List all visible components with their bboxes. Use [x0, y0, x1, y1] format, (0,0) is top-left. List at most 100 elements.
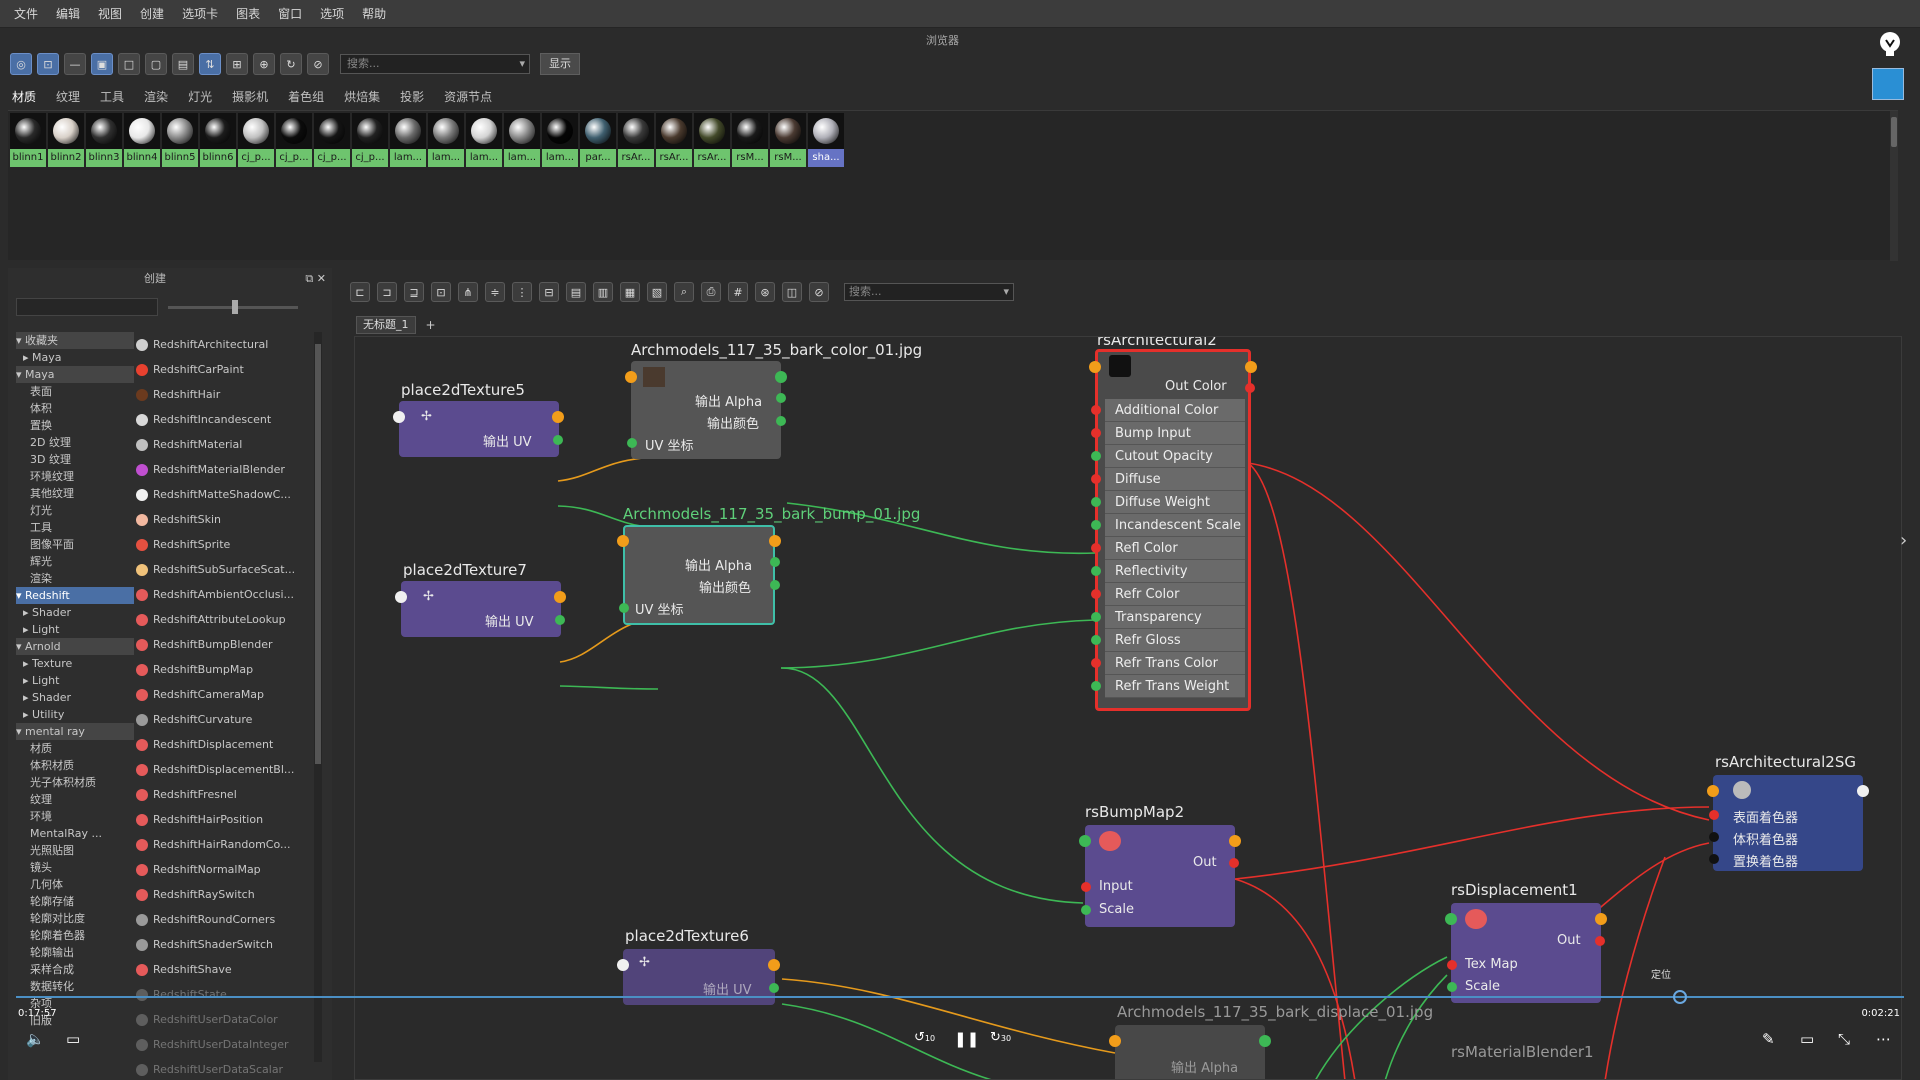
material-swatch[interactable]: sha...	[808, 113, 844, 167]
material-swatch[interactable]: rsAr...	[656, 113, 692, 167]
close-icon[interactable]: ⧉ ✕	[305, 268, 326, 290]
node-type-item[interactable]: RedshiftShave	[136, 957, 312, 982]
attribute-row[interactable]: Incandescent Scale	[1091, 514, 1245, 537]
custom-view-icon[interactable]: ▧	[647, 282, 667, 302]
output-port[interactable]	[1245, 361, 1257, 373]
search-input[interactable]: 搜索...	[340, 54, 530, 74]
displacement-port[interactable]	[1709, 854, 1719, 864]
tree-item[interactable]: 材质	[16, 740, 134, 757]
attribute-row[interactable]: Bump Input	[1091, 422, 1245, 445]
node-type-item[interactable]: RedshiftMaterial	[136, 432, 312, 457]
miniplayer-icon[interactable]: ▭	[1800, 1030, 1814, 1048]
tree-item[interactable]: ▾ mental ray	[16, 723, 134, 740]
lightbulb-icon[interactable]	[1878, 30, 1902, 58]
output-port[interactable]	[1229, 835, 1241, 847]
attribute-row[interactable]: Refr Trans Weight	[1091, 675, 1245, 698]
menu-item[interactable]: 文件	[14, 5, 38, 22]
collapse-icon[interactable]: ⤡	[1838, 1030, 1850, 1048]
tree-item[interactable]: 工具	[16, 519, 134, 536]
input-port[interactable]	[1445, 913, 1457, 925]
category-tab[interactable]: 纹理	[56, 88, 80, 105]
tree-item[interactable]: ▸ Light	[16, 621, 134, 638]
node-search-input[interactable]: 搜索...	[844, 283, 1014, 301]
tree-item[interactable]: 环境纹理	[16, 468, 134, 485]
attribute-row[interactable]: Refr Trans Color	[1091, 652, 1245, 675]
node-type-item[interactable]: RedshiftArchitectural	[136, 332, 312, 357]
tree-item[interactable]: 表面	[16, 383, 134, 400]
frame-all-icon[interactable]: ⊡	[431, 282, 451, 302]
tree-item[interactable]: ▸ Shader	[16, 689, 134, 706]
output-port[interactable]	[1595, 913, 1607, 925]
uv-input-port[interactable]	[619, 603, 629, 613]
output-port[interactable]	[1259, 1035, 1271, 1047]
scale-input-port[interactable]	[1447, 982, 1457, 992]
node-type-item[interactable]: RedshiftHair	[136, 382, 312, 407]
node-type-item[interactable]: RedshiftCarPaint	[136, 357, 312, 382]
input-port[interactable]	[1707, 785, 1719, 797]
tree-item[interactable]: 图像平面	[16, 536, 134, 553]
menu-item[interactable]: 选项卡	[182, 5, 218, 22]
video-timeline[interactable]	[16, 996, 1904, 998]
out-port[interactable]	[1229, 858, 1239, 868]
uv-output-port[interactable]	[769, 983, 779, 993]
tree-item[interactable]: 采样合成	[16, 961, 134, 978]
node-type-item[interactable]: RedshiftSubSurfaceScat...	[136, 557, 312, 582]
node-type-item[interactable]: RedshiftUserDataScalar	[136, 1057, 312, 1080]
node-type-item[interactable]: RedshiftUserDataColor	[136, 1007, 312, 1032]
alpha-output-port[interactable]	[776, 393, 786, 403]
timeline-scrubber[interactable]	[1673, 990, 1687, 1004]
search-icon[interactable]: ⌕	[674, 282, 694, 302]
attribute-row[interactable]: Cutout Opacity	[1091, 445, 1245, 468]
material-swatch[interactable]: rsM...	[732, 113, 768, 167]
node-type-item[interactable]: RedshiftNormalMap	[136, 857, 312, 882]
node-type-item[interactable]: RedshiftRaySwitch	[136, 882, 312, 907]
tree-item[interactable]: ▸ Texture	[16, 655, 134, 672]
tree-item[interactable]: ▸ Utility	[16, 706, 134, 723]
material-swatch[interactable]: rsAr...	[618, 113, 654, 167]
scale-input-port[interactable]	[1081, 905, 1091, 915]
node-type-item[interactable]: RedshiftMaterialBlender	[136, 457, 312, 482]
node-type-item[interactable]: RedshiftShaderSwitch	[136, 932, 312, 957]
node-type-item[interactable]: RedshiftIncandescent	[136, 407, 312, 432]
refresh-icon[interactable]: ↻	[280, 53, 302, 75]
tree-item[interactable]: 体积	[16, 400, 134, 417]
add-tab-button[interactable]: +	[426, 318, 436, 332]
node-type-item[interactable]: RedshiftCurvature	[136, 707, 312, 732]
forward-30-button[interactable]: ↻30	[990, 1030, 1011, 1045]
out-color-port[interactable]	[1245, 383, 1255, 393]
toggle-icon[interactable]: ◎	[10, 53, 32, 75]
menu-item[interactable]: 视图	[98, 5, 122, 22]
tree-item[interactable]: 其他纹理	[16, 485, 134, 502]
snapshot-icon[interactable]: ⎙	[701, 282, 721, 302]
tree-item[interactable]: ▾ 收藏夹	[16, 332, 134, 349]
input-port[interactable]	[395, 591, 407, 603]
category-tab[interactable]: 资源节点	[444, 88, 492, 105]
menu-item[interactable]: 图表	[236, 5, 260, 22]
tab-untitled[interactable]: 无标题_1	[356, 316, 416, 334]
input-port[interactable]	[617, 535, 629, 547]
tex-map-port[interactable]	[1447, 960, 1457, 970]
color-output-port[interactable]	[770, 580, 780, 590]
tree-item[interactable]: 渲染	[16, 570, 134, 587]
node-type-item[interactable]: RedshiftHairRandomCo...	[136, 832, 312, 857]
tree-item[interactable]: 辉光	[16, 553, 134, 570]
output-port[interactable]	[768, 959, 780, 971]
node-type-item[interactable]: RedshiftMatteShadowC...	[136, 482, 312, 507]
tree-item[interactable]: ▸ Light	[16, 672, 134, 689]
node-type-item[interactable]: RedshiftDisplacement	[136, 732, 312, 757]
layout-nodes-icon[interactable]: ⋔	[458, 282, 478, 302]
uv-output-port[interactable]	[555, 615, 565, 625]
material-swatch[interactable]: cj_p...	[314, 113, 350, 167]
material-swatch[interactable]: blinn6	[200, 113, 236, 167]
material-swatch[interactable]: rsAr...	[694, 113, 730, 167]
tree-item[interactable]: 置换	[16, 417, 134, 434]
tree-item[interactable]: 纹理	[16, 791, 134, 808]
node-type-item[interactable]: RedshiftRoundCorners	[136, 907, 312, 932]
node-type-item[interactable]: RedshiftAttributeLookup	[136, 607, 312, 632]
material-swatch[interactable]: blinn1	[10, 113, 46, 167]
node-type-item[interactable]: RedshiftBumpBlender	[136, 632, 312, 657]
connect-icon[interactable]: ⊕	[253, 53, 275, 75]
input-port[interactable]	[1079, 835, 1091, 847]
input-port[interactable]	[393, 411, 405, 423]
chevron-right-icon[interactable]: ›	[1900, 530, 1907, 551]
